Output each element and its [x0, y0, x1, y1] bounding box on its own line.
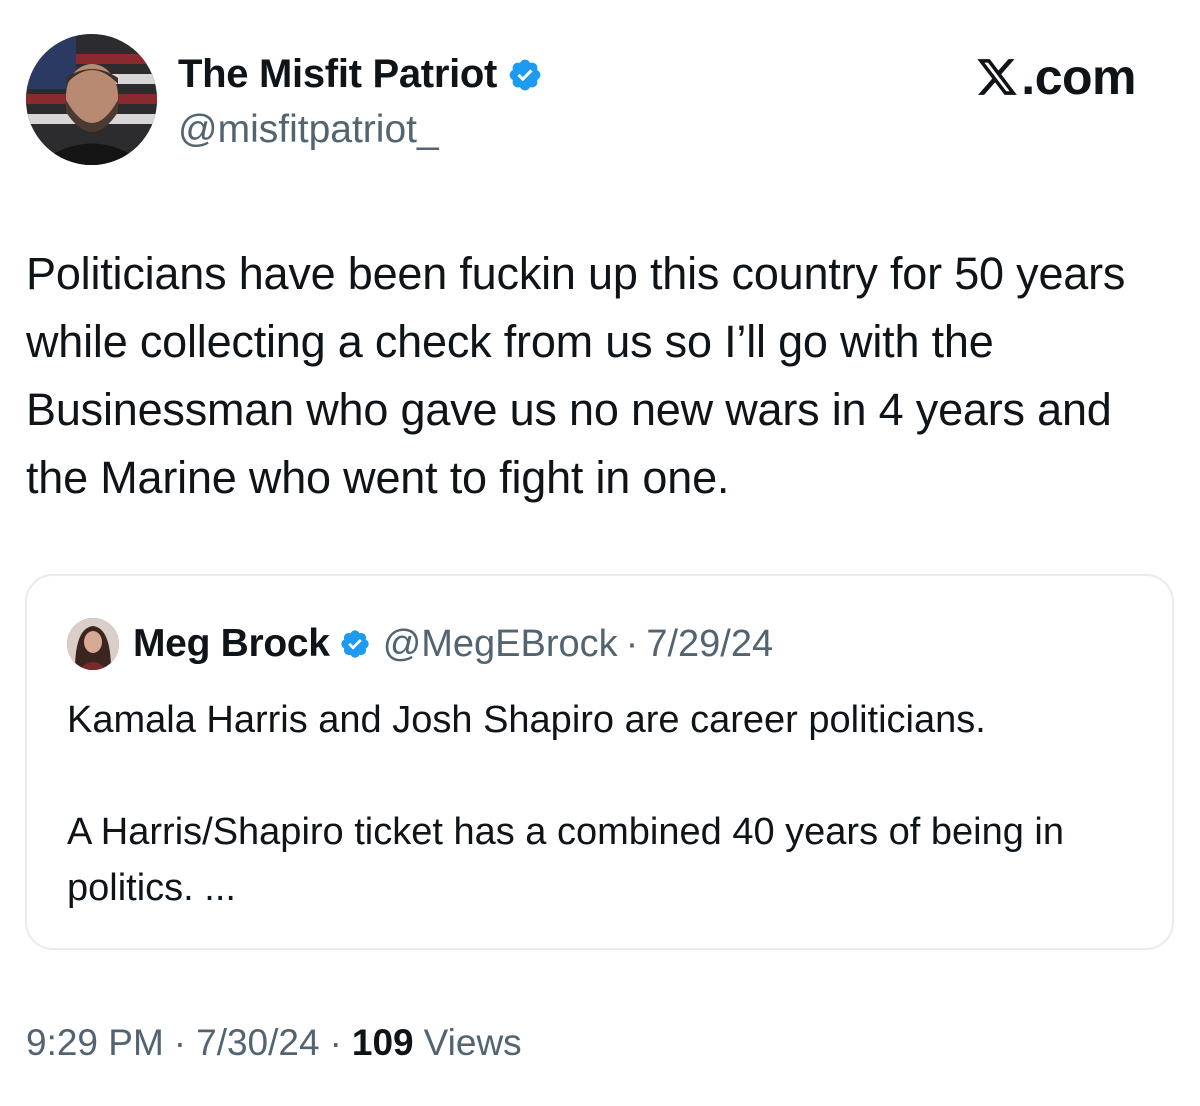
quote-paragraph: A Harris/Shapiro ticket has a combined 4…	[67, 811, 1064, 909]
tweet-meta: 9:29 PM · 7/30/24 · 109 Views	[26, 1022, 522, 1064]
author-handle[interactable]: @misfitpatriot_	[178, 108, 439, 152]
site-logo-text: .com	[1021, 49, 1136, 105]
site-logo: .com	[975, 48, 1136, 106]
x-logo-icon	[975, 55, 1019, 99]
quoted-tweet-text: Kamala Harris and Josh Shapiro are caree…	[67, 692, 1147, 916]
verified-badge-icon	[339, 628, 371, 660]
quote-date[interactable]: 7/29/24	[646, 623, 773, 666]
tweet-screenshot: The Misfit Patriot @misfitpatriot_ .com …	[0, 0, 1200, 1106]
meta-separator: ·	[329, 1022, 342, 1063]
author-name[interactable]: The Misfit Patriot	[178, 52, 497, 97]
views-count[interactable]: 109	[352, 1022, 414, 1064]
quote-author-handle[interactable]: @MegEBrock	[383, 623, 618, 666]
meta-separator: ·	[173, 1022, 187, 1063]
views-label: Views	[423, 1022, 522, 1063]
quote-separator: ·	[625, 622, 639, 665]
tweet-date[interactable]: 7/30/24	[196, 1022, 319, 1064]
woman-avatar-icon	[67, 618, 119, 670]
verified-badge-icon	[507, 57, 543, 93]
quoted-tweet-header: Meg Brock @MegEBrock · 7/29/24	[67, 618, 773, 670]
author-name-row: The Misfit Patriot	[178, 52, 543, 97]
man-with-flag-avatar-icon	[26, 34, 157, 165]
tweet-time[interactable]: 9:29 PM	[26, 1022, 164, 1064]
tweet-text: Politicians have been fuckin up this cou…	[26, 248, 1126, 503]
author-avatar[interactable]	[26, 34, 157, 165]
quoted-tweet-card[interactable]: Meg Brock @MegEBrock · 7/29/24 Kamala Ha…	[25, 574, 1174, 950]
quote-paragraph: Kamala Harris and Josh Shapiro are caree…	[67, 699, 986, 741]
quote-author-avatar[interactable]	[67, 618, 119, 670]
quote-author-name[interactable]: Meg Brock	[133, 622, 330, 666]
